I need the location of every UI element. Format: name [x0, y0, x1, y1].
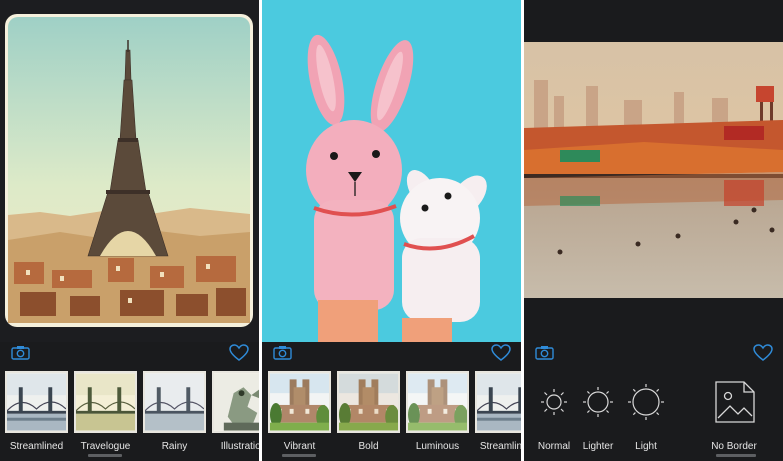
border-label: Lighter	[582, 441, 614, 452]
border-options: Normal Lighter Light No Border	[524, 368, 783, 461]
filter-label: Illustration	[220, 441, 259, 452]
camera-icon[interactable]	[11, 345, 30, 360]
screen-harbor: Normal Lighter Light No Border	[524, 0, 783, 461]
border-label: Normal	[537, 441, 571, 452]
filter-label: Streamlined	[479, 441, 521, 452]
camera-icon[interactable]	[535, 345, 554, 360]
filter-thumbnail	[143, 371, 206, 433]
heart-icon[interactable]	[229, 344, 249, 362]
filter-bold[interactable]: Bold	[337, 368, 400, 461]
filter-thumbnail	[5, 371, 68, 433]
photo-preview	[0, 0, 259, 342]
sun-small-icon	[541, 389, 567, 415]
sun-large-icon	[628, 384, 664, 420]
filter-vibrant[interactable]: Vibrant	[268, 368, 331, 461]
toolbar	[262, 342, 521, 364]
toolbar	[0, 342, 259, 364]
filter-strip: Streamlined Travelogue Rainy Illustratio	[0, 368, 259, 461]
camera-icon[interactable]	[273, 345, 292, 360]
border-normal[interactable]: Normal	[532, 368, 576, 461]
border-light[interactable]: Light	[624, 368, 668, 461]
filter-label: Streamlined	[9, 441, 64, 452]
filter-thumbnail	[268, 371, 331, 433]
border-label: Light	[635, 441, 657, 452]
photo-preview	[262, 0, 521, 342]
filter-thumbnail	[337, 371, 400, 433]
selected-indicator	[716, 454, 756, 457]
screen-eiffel: Streamlined Travelogue Rainy Illustratio	[0, 0, 259, 461]
no-border-icon	[715, 381, 755, 423]
heart-icon[interactable]	[491, 344, 511, 362]
filter-thumbnail	[212, 371, 259, 433]
filter-thumbnail	[475, 371, 521, 433]
filter-label: Vibrant	[283, 441, 316, 452]
filter-travelogue[interactable]: Travelogue	[74, 368, 137, 461]
selected-indicator	[88, 454, 122, 457]
filter-label: Rainy	[161, 441, 188, 452]
filter-streamlined[interactable]: Streamlined	[475, 368, 521, 461]
screen-bunnies: Vibrant Bold Luminous Streamlin	[262, 0, 521, 461]
filter-strip: Vibrant Bold Luminous Streamlin	[262, 368, 521, 461]
border-lighter[interactable]: Lighter	[576, 368, 620, 461]
filter-illustration[interactable]: Illustration	[212, 368, 259, 461]
toolbar	[524, 342, 783, 364]
filter-label: Bold	[358, 441, 379, 452]
sun-medium-icon	[583, 387, 613, 417]
selected-indicator	[282, 454, 316, 457]
border-label: No Border	[711, 441, 757, 452]
border-none[interactable]: No Border	[708, 368, 760, 461]
filter-thumbnail	[74, 371, 137, 433]
filter-thumbnail	[406, 371, 469, 433]
heart-icon[interactable]	[753, 344, 773, 362]
filter-label: Travelogue	[80, 441, 131, 452]
filter-label: Luminous	[415, 441, 460, 452]
filter-streamlined[interactable]: Streamlined	[5, 368, 68, 461]
filter-luminous[interactable]: Luminous	[406, 368, 469, 461]
filter-rainy[interactable]: Rainy	[143, 368, 206, 461]
photo-preview	[524, 0, 783, 342]
